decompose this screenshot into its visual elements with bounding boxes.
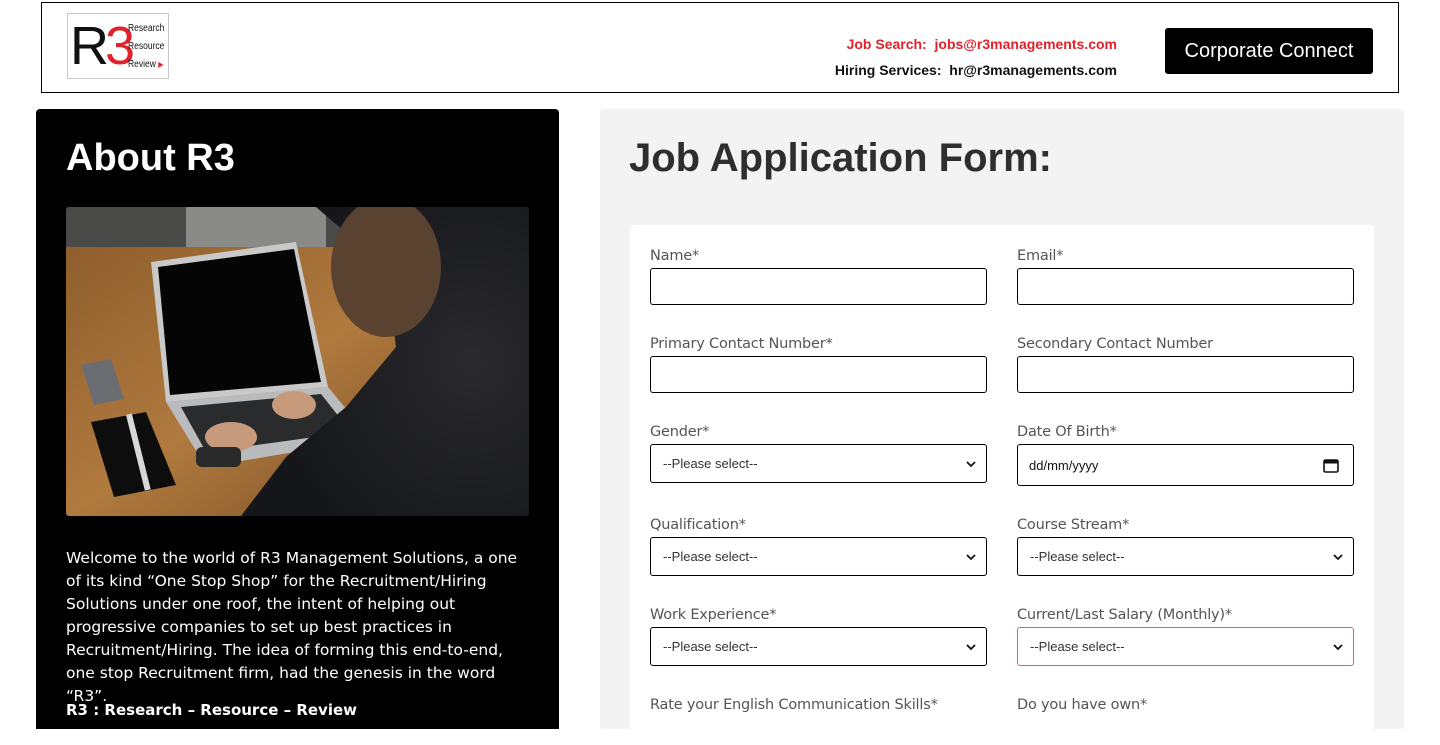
application-form: Name* Email* Primary Contact Number* Sec… [630, 225, 1374, 745]
about-description: Welcome to the world of R3 Management So… [66, 549, 518, 705]
salary-label: Current/Last Salary (Monthly)* [1017, 607, 1232, 623]
secondary-contact-group: Secondary Contact Number [1017, 336, 1213, 352]
course-stream-select[interactable]: --Please select-- [1017, 537, 1354, 576]
job-search-line: Job Search: jobs@r3managements.com [835, 31, 1117, 57]
email-input[interactable] [1017, 268, 1354, 305]
job-search-email-link[interactable]: jobs@r3managements.com [935, 36, 1118, 52]
qualification-select-value: --Please select-- [663, 549, 758, 564]
about-tagline: R3 : Research – Resource – Review [66, 701, 358, 719]
qualification-select[interactable]: --Please select-- [650, 537, 987, 576]
chevron-down-icon [966, 461, 976, 468]
primary-contact-input[interactable] [650, 356, 987, 393]
laptop-photo [66, 207, 529, 516]
chevron-down-icon [1333, 644, 1343, 651]
form-title: Job Application Form: [629, 136, 1052, 180]
gender-label: Gender* [650, 424, 710, 440]
primary-contact-group: Primary Contact Number* [650, 336, 833, 352]
english-skills-group: Rate your English Communication Skills* [650, 697, 938, 713]
laptop-photo-illustration [66, 207, 529, 516]
corporate-connect-button[interactable]: Corporate Connect [1165, 28, 1373, 74]
salary-select-value: --Please select-- [1030, 639, 1125, 654]
site-header: R3 Research Resource Review ▶ Job Search… [41, 2, 1399, 93]
own-label: Do you have own* [1017, 697, 1148, 713]
contact-info: Job Search: jobs@r3managements.com Hirin… [835, 31, 1117, 83]
application-panel: Job Application Form: Name* Email* Prima… [600, 109, 1404, 745]
work-experience-select[interactable]: --Please select-- [650, 627, 987, 666]
work-experience-label: Work Experience* [650, 607, 777, 623]
name-label: Name* [650, 248, 700, 264]
primary-contact-label: Primary Contact Number* [650, 336, 833, 352]
logo-words: Research Resource Review ▶ [128, 20, 164, 74]
name-field-group: Name* [650, 248, 699, 264]
hiring-email-link[interactable]: hr@r3managements.com [949, 62, 1117, 78]
qualification-group: Qualification* [650, 517, 746, 533]
dob-input[interactable]: dd/mm/yyyy [1017, 444, 1354, 486]
dob-placeholder: dd/mm/yyyy [1029, 457, 1099, 473]
email-label: Email* [1017, 248, 1064, 264]
hiring-services-line: Hiring Services: hr@r3managements.com [835, 57, 1117, 83]
own-group: Do you have own* [1017, 697, 1147, 713]
secondary-contact-input[interactable] [1017, 356, 1354, 393]
dob-label: Date Of Birth* [1017, 424, 1117, 440]
logo-mark: R3 [70, 16, 135, 76]
name-input[interactable] [650, 268, 987, 305]
gender-select-value: --Please select-- [663, 456, 758, 471]
email-field-group: Email* [1017, 248, 1063, 264]
logo-word-resource: Resource [128, 41, 165, 52]
salary-group: Current/Last Salary (Monthly)* [1017, 607, 1232, 623]
work-experience-select-value: --Please select-- [663, 639, 758, 654]
job-search-label: Job Search: [846, 36, 927, 52]
secondary-contact-label: Secondary Contact Number [1017, 336, 1213, 352]
logo-word-research: Research [128, 23, 165, 34]
r3-logo[interactable]: R3 Research Resource Review ▶ [67, 13, 169, 79]
chevron-down-icon [966, 644, 976, 651]
gender-select[interactable]: --Please select-- [650, 444, 987, 483]
dob-group: Date Of Birth* [1017, 424, 1117, 440]
about-panel: About R3 Welcome to the world of R3 Mana… [36, 109, 559, 729]
course-stream-select-value: --Please select-- [1030, 549, 1125, 564]
course-stream-label: Course Stream* [1017, 517, 1130, 533]
course-stream-group: Course Stream* [1017, 517, 1129, 533]
logo-word-review: Review ▶ [128, 59, 164, 70]
gender-group: Gender* [650, 424, 709, 440]
work-experience-group: Work Experience* [650, 607, 776, 623]
salary-select[interactable]: --Please select-- [1017, 627, 1354, 666]
english-skills-label: Rate your English Communication Skills* [650, 697, 938, 713]
hiring-label: Hiring Services: [834, 62, 942, 78]
calendar-icon[interactable] [1323, 458, 1339, 473]
play-arrow-icon: ▶ [158, 60, 164, 69]
about-title: About R3 [66, 137, 235, 179]
chevron-down-icon [966, 554, 976, 561]
chevron-down-icon [1333, 554, 1343, 561]
qualification-label: Qualification* [650, 517, 746, 533]
